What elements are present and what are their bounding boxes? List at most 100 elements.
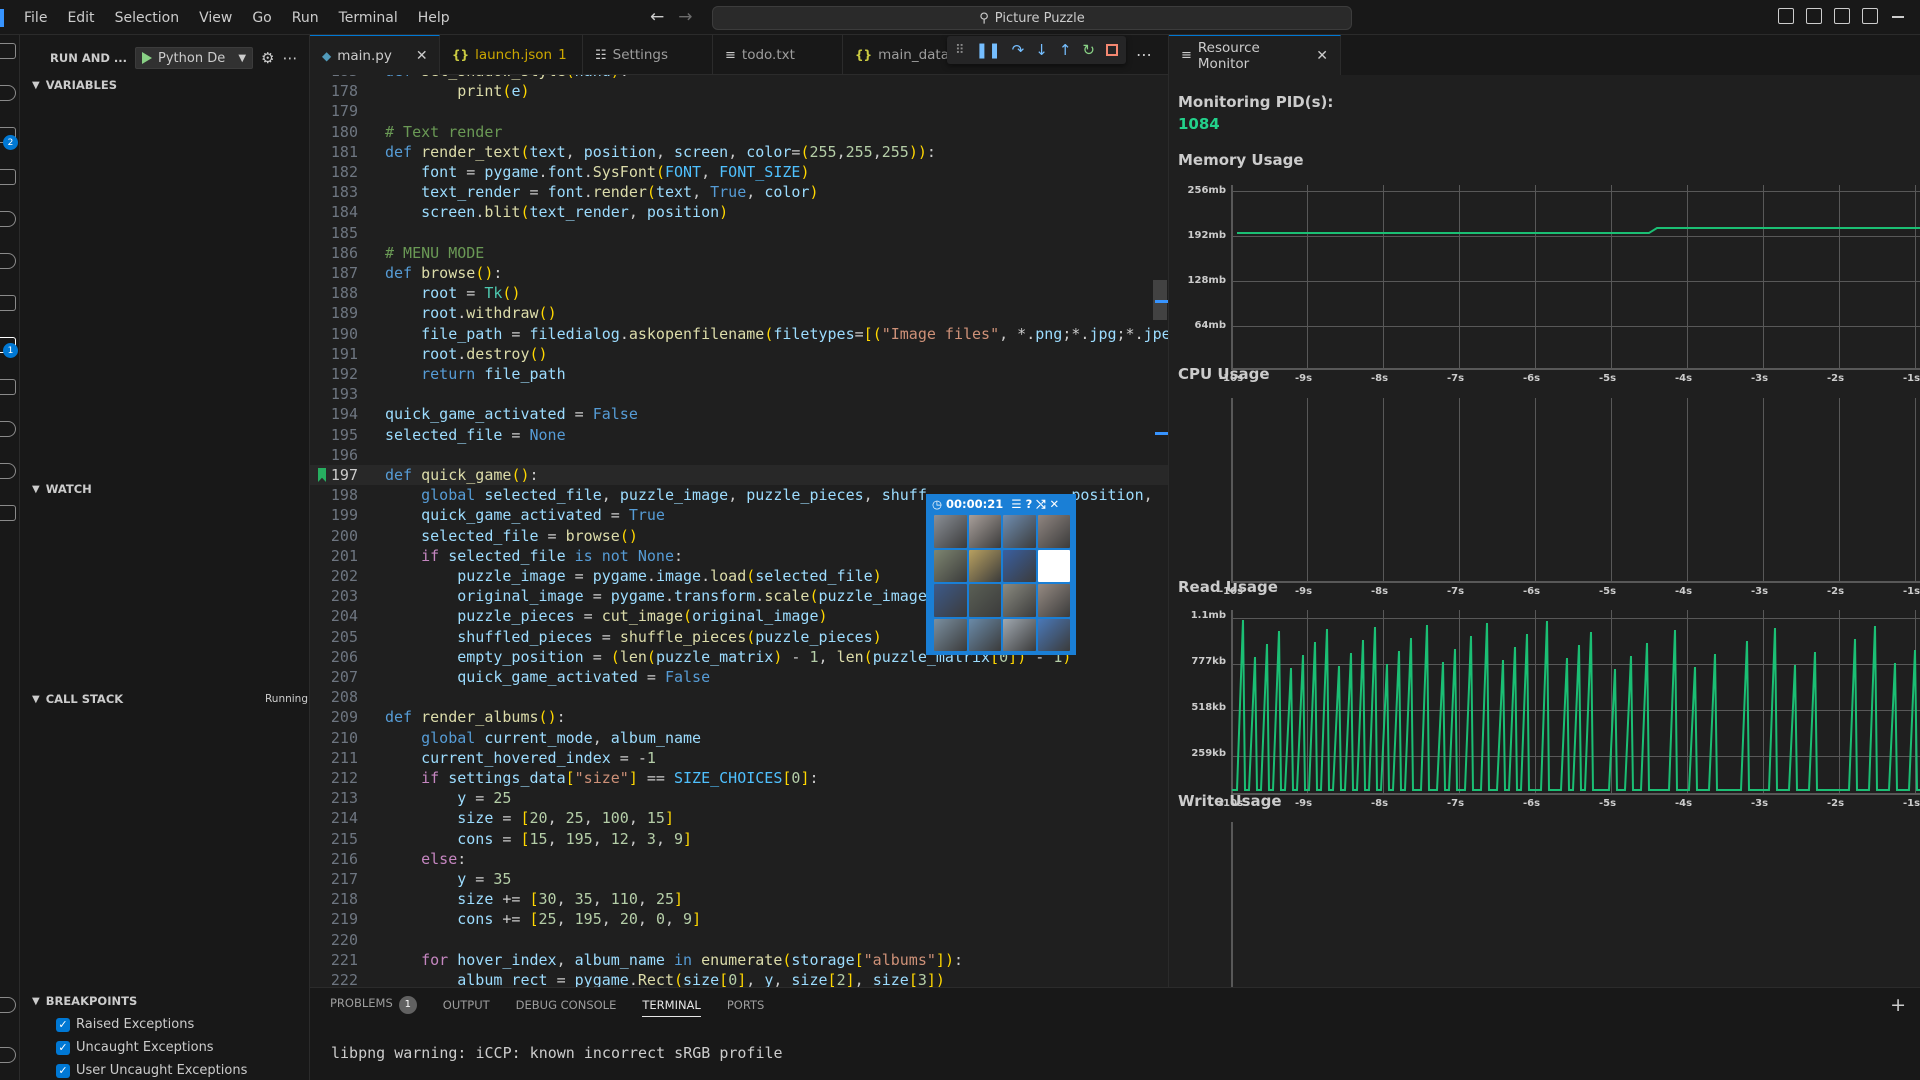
line-number[interactable]: 219 (310, 909, 358, 929)
checkbox-checked-icon[interactable]: ✓ (56, 1063, 70, 1078)
tab-ports[interactable]: PORTS (727, 998, 764, 1012)
line-number[interactable]: 218 (310, 889, 358, 909)
tab-main-data[interactable]: {} main_data. (843, 35, 963, 75)
puzzle-window-titlebar[interactable]: ◷ 00:00:21 ☰ ? ⤭ ✕ (928, 496, 1074, 512)
line-number[interactable]: 210 (310, 728, 358, 748)
puzzle-piece[interactable] (968, 584, 1001, 617)
menu-help[interactable]: Help (408, 10, 460, 26)
close-icon[interactable]: ✕ (416, 48, 428, 64)
code-line[interactable]: 211 current_hovered_index = -1 (310, 748, 1168, 768)
tab-resource-monitor[interactable]: ≡ Resource Monitor ✕ (1169, 35, 1341, 75)
breakpoints-section-header[interactable]: ▼ BREAKPOINTS (32, 994, 308, 1008)
line-number[interactable]: 214 (310, 808, 358, 828)
account-icon[interactable] (0, 997, 16, 1013)
code-line[interactable]: 216 else: (310, 849, 1168, 869)
code-line[interactable]: 185 (310, 223, 1168, 243)
breakpoint-item[interactable]: ✓ Uncaught Exceptions (56, 1040, 214, 1055)
puzzle-piece[interactable] (1003, 618, 1036, 651)
menu-edit[interactable]: Edit (57, 10, 104, 26)
code-line[interactable]: 180 # Text render (310, 122, 1168, 142)
remote-explorer-icon[interactable] (0, 211, 16, 227)
line-number[interactable]: 213 (310, 788, 358, 808)
line-number[interactable]: 185 (310, 223, 358, 243)
tab-debug-console[interactable]: DEBUG CONSOLE (516, 998, 617, 1012)
line-number[interactable]: 178 (310, 81, 358, 101)
terminal-output-line[interactable]: libpng warning: iCCP: known incorrect sR… (331, 1044, 783, 1062)
line-number[interactable]: 215 (310, 829, 358, 849)
picture-puzzle-window[interactable]: ◷ 00:00:21 ☰ ? ⤭ ✕ (926, 494, 1076, 655)
layers-icon[interactable] (0, 505, 16, 521)
line-number[interactable]: 190 (310, 324, 358, 344)
puzzle-piece[interactable] (934, 584, 967, 617)
manage-gear-icon[interactable] (0, 1047, 16, 1063)
variables-section-header[interactable]: ▼ VARIABLES (32, 78, 308, 92)
line-number[interactable]: 207 (310, 667, 358, 687)
puzzle-piece[interactable] (1037, 618, 1070, 651)
open-launch-json-gear-icon[interactable]: ⚙ (261, 49, 274, 67)
new-terminal-plus-icon[interactable]: + (1890, 994, 1906, 1016)
line-number[interactable]: 205 (310, 627, 358, 647)
line-number[interactable]: 211 (310, 748, 358, 768)
code-line[interactable]: 217 y = 35 (310, 869, 1168, 889)
puzzle-piece[interactable] (968, 618, 1001, 651)
line-number[interactable]: 202 (310, 566, 358, 586)
code-line[interactable]: 191 root.destroy() (310, 344, 1168, 364)
code-line[interactable]: 210 global current_mode, album_name (310, 728, 1168, 748)
checkbox-checked-icon[interactable]: ✓ (56, 1040, 70, 1055)
monitor-pulse-icon[interactable] (0, 463, 16, 479)
line-number[interactable]: 221 (310, 950, 358, 970)
puzzle-empty-slot[interactable] (1037, 549, 1070, 582)
puzzle-piece[interactable] (1003, 549, 1036, 582)
puzzle-piece[interactable] (968, 515, 1001, 548)
line-number[interactable]: 196 (310, 445, 358, 465)
line-number[interactable]: 209 (310, 707, 358, 727)
code-line[interactable]: 181 def render_text(text, position, scree… (310, 142, 1168, 162)
start-debugging-icon[interactable] (142, 52, 153, 64)
code-line[interactable]: 209 def render_albums(): (310, 707, 1168, 727)
code-line[interactable]: 189 root.withdraw() (310, 303, 1168, 323)
close-icon[interactable]: ✕ (1049, 497, 1059, 511)
line-number[interactable]: 195 (310, 425, 358, 445)
step-into-icon[interactable]: ↓ (1035, 41, 1048, 59)
puzzle-piece[interactable] (934, 549, 967, 582)
watch-section-header[interactable]: ▼ WATCH (32, 482, 308, 496)
code-line[interactable]: 194 quick_game_activated = False (310, 404, 1168, 424)
code-line[interactable]: 187 def browse(): (310, 263, 1168, 283)
menu-selection[interactable]: Selection (105, 10, 190, 26)
code-line[interactable]: 208 (310, 687, 1168, 707)
line-number[interactable]: 203 (310, 586, 358, 606)
shuffle-icon[interactable]: ⤭ (1036, 497, 1045, 512)
folder-icon[interactable] (0, 295, 16, 311)
tab-output[interactable]: OUTPUT (443, 998, 490, 1012)
code-line[interactable]: 190 file_path = filedialog.askopenfilena… (310, 324, 1168, 344)
code-line[interactable]: 178 print(e) (310, 81, 1168, 101)
python-icon[interactable] (0, 421, 16, 437)
line-number[interactable]: 184 (310, 202, 358, 222)
line-number[interactable]: 188 (310, 283, 358, 303)
line-number[interactable]: 216 (310, 849, 358, 869)
line-number[interactable]: 200 (310, 526, 358, 546)
restart-icon[interactable]: ↻ (1082, 41, 1095, 59)
pause-icon[interactable]: ❚❚ (976, 41, 1001, 59)
timeline-icon[interactable] (0, 253, 16, 269)
line-number[interactable]: 222 (310, 970, 358, 987)
code-line[interactable]: 183 def set_shadow_style(hand): (310, 75, 1168, 81)
extensions-icon[interactable] (0, 169, 16, 185)
line-number[interactable]: 186 (310, 243, 358, 263)
code-line[interactable]: 213 y = 25 (310, 788, 1168, 808)
testing-flask-icon[interactable] (0, 379, 16, 395)
puzzle-piece[interactable] (968, 549, 1001, 582)
tab-launch-json[interactable]: {} launch.json 1 (440, 35, 583, 75)
menu-file[interactable]: File (14, 10, 57, 26)
step-out-icon[interactable]: ↑ (1059, 41, 1072, 59)
menu-view[interactable]: View (189, 10, 242, 26)
line-number[interactable]: 212 (310, 768, 358, 788)
puzzle-piece[interactable] (1037, 584, 1070, 617)
code-line[interactable]: 218 size += [30, 35, 110, 25] (310, 889, 1168, 909)
line-number[interactable]: 179 (310, 101, 358, 121)
back-arrow-icon[interactable]: ← (650, 7, 664, 27)
help-icon[interactable]: ? (1026, 497, 1033, 511)
code-line[interactable]: 193 (310, 384, 1168, 404)
line-number[interactable]: 193 (310, 384, 358, 404)
line-number[interactable]: 220 (310, 930, 358, 950)
